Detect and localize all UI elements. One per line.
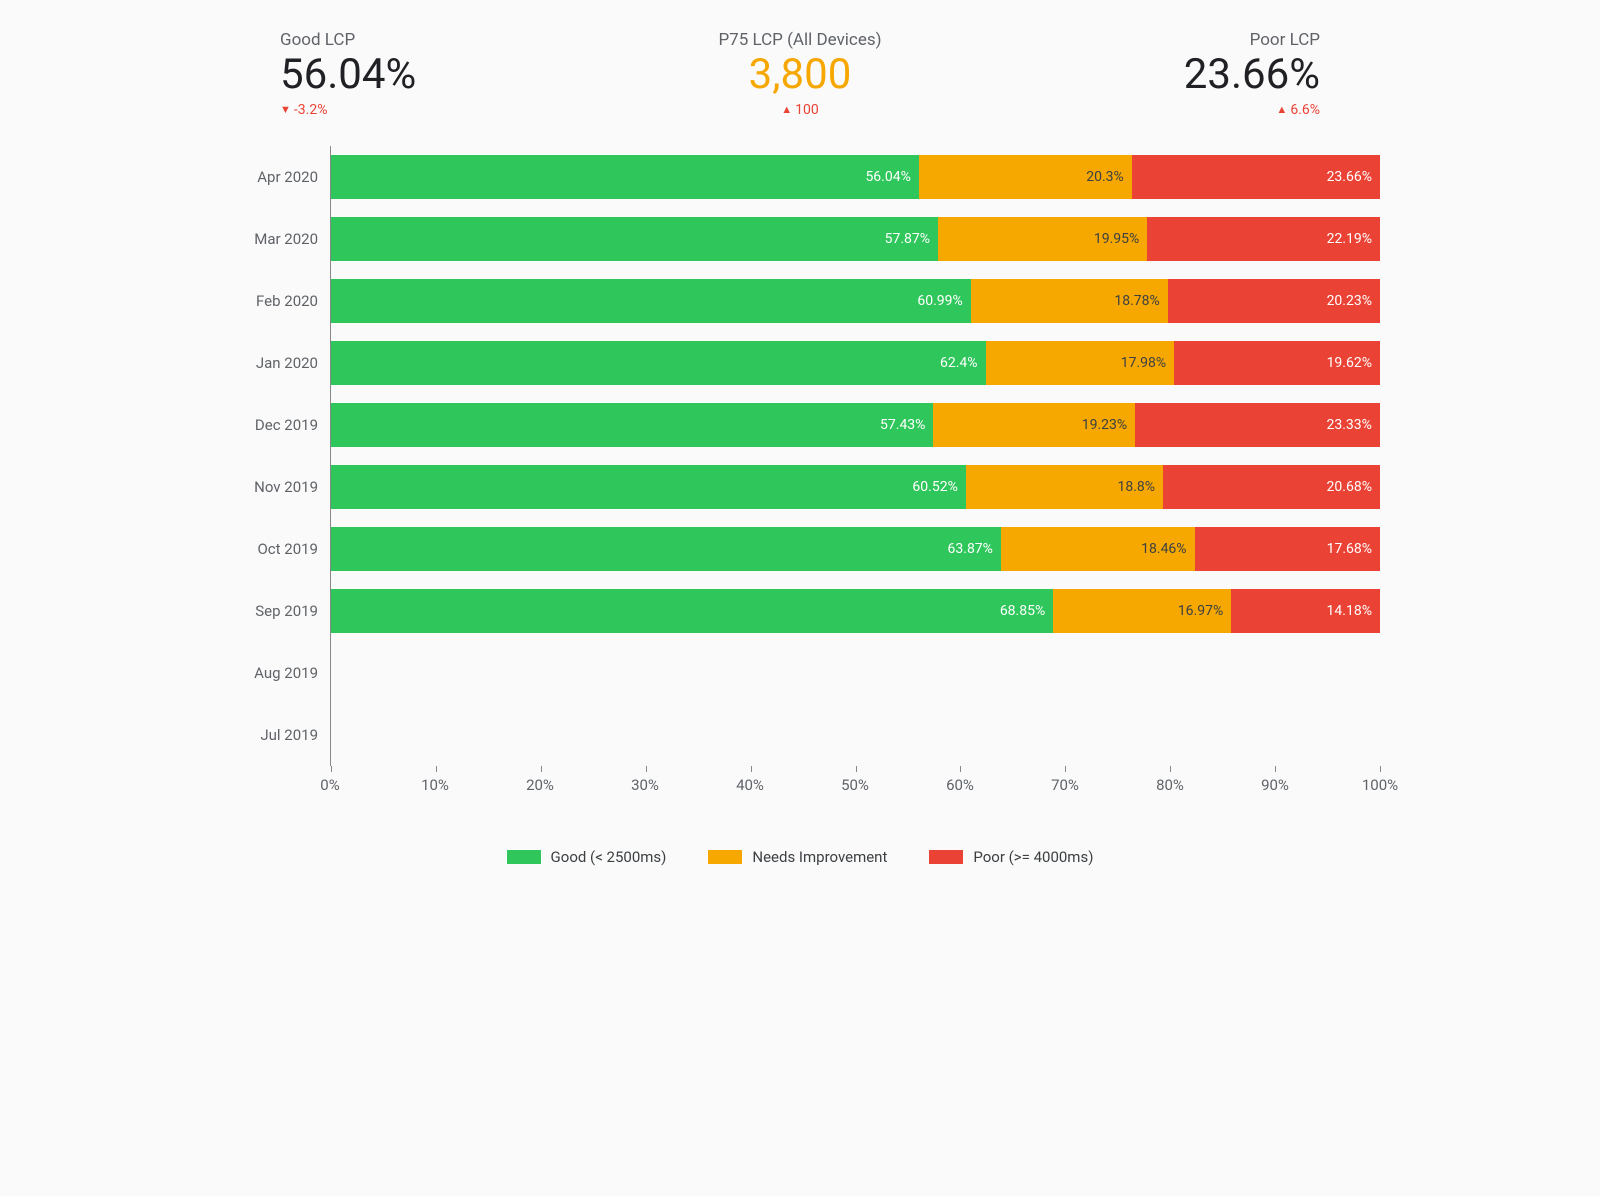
stacked-bar: 62.4%17.98%19.62% [331, 341, 1380, 385]
arrow-up-icon: ▲ [1276, 103, 1287, 116]
y-axis-label: Jan 2020 [220, 332, 330, 394]
x-axis-label: 10% [421, 776, 449, 794]
bar-segment-poor: 20.68% [1163, 465, 1380, 509]
bar-segment-good: 60.52% [331, 465, 966, 509]
x-axis-label: 40% [736, 776, 764, 794]
bar-segment-good: 57.87% [331, 217, 938, 261]
bar-row: 56.04%20.3%23.66% [331, 146, 1380, 208]
stacked-bar: 60.52%18.8%20.68% [331, 465, 1380, 509]
kpi-delta: ▲6.6% [1070, 102, 1320, 118]
kpi-delta: ▼-3.2% [280, 102, 530, 118]
kpi-row: Good LCP 56.04% ▼-3.2% P75 LCP (All Devi… [220, 30, 1380, 118]
x-axis-label: 70% [1051, 776, 1079, 794]
bar-row [331, 704, 1380, 766]
stacked-bar: 56.04%20.3%23.66% [331, 155, 1380, 199]
kpi-label: P75 LCP (All Devices) [675, 30, 925, 50]
bar-segment-ni: 20.3% [919, 155, 1132, 199]
bar-segment-poor: 17.68% [1195, 527, 1380, 571]
x-axis-label: 90% [1261, 776, 1289, 794]
bar-row: 57.87%19.95%22.19% [331, 208, 1380, 270]
legend-swatch [929, 850, 963, 864]
bar-segment-ni: 17.98% [986, 341, 1175, 385]
kpi-label: Good LCP [280, 30, 530, 50]
kpi-poor-lcp: Poor LCP 23.66% ▲6.6% [1070, 30, 1320, 118]
bar-segment-ni: 16.97% [1053, 589, 1231, 633]
x-axis: 0%10%20%30%40%50%60%70%80%90%100% [330, 772, 1380, 798]
kpi-value: 3,800 [675, 52, 925, 98]
bar-segment-poor: 23.33% [1135, 403, 1380, 447]
plot-area: 56.04%20.3%23.66% 57.87%19.95%22.19% 60.99… [330, 146, 1380, 766]
x-tick [1380, 766, 1381, 772]
y-axis-label: Feb 2020 [220, 270, 330, 332]
x-axis-label: 0% [320, 776, 339, 794]
x-axis-label: 60% [946, 776, 974, 794]
legend-label: Poor (>= 4000ms) [973, 848, 1093, 866]
bar-row: 68.85%16.97%14.18% [331, 580, 1380, 642]
legend-swatch [708, 850, 742, 864]
arrow-down-icon: ▼ [280, 103, 291, 116]
legend-item-poor: Poor (>= 4000ms) [929, 848, 1093, 866]
bar-segment-good: 63.87% [331, 527, 1001, 571]
kpi-p75-lcp: P75 LCP (All Devices) 3,800 ▲100 [675, 30, 925, 118]
arrow-up-icon: ▲ [781, 103, 792, 116]
bar-row: 62.4%17.98%19.62% [331, 332, 1380, 394]
bar-segment-good: 62.4% [331, 341, 986, 385]
stacked-bar: 57.43%19.23%23.33% [331, 403, 1380, 447]
kpi-value: 23.66% [1070, 52, 1320, 98]
stacked-bar: 63.87%18.46%17.68% [331, 527, 1380, 571]
bar-row: 60.99%18.78%20.23% [331, 270, 1380, 332]
bar-segment-ni: 18.78% [971, 279, 1168, 323]
x-axis-label: 100% [1362, 776, 1398, 794]
bar-segment-good: 57.43% [331, 403, 933, 447]
kpi-value: 56.04% [280, 52, 530, 98]
y-axis-labels: Apr 2020Mar 2020Feb 2020Jan 2020Dec 2019… [220, 146, 330, 766]
lcp-stacked-bar-chart: Apr 2020Mar 2020Feb 2020Jan 2020Dec 2019… [220, 146, 1380, 766]
bar-row [331, 642, 1380, 704]
bar-segment-poor: 20.23% [1168, 279, 1380, 323]
y-axis-label: Mar 2020 [220, 208, 330, 270]
y-axis-label: Aug 2019 [220, 642, 330, 704]
bar-row: 60.52%18.8%20.68% [331, 456, 1380, 518]
kpi-label: Poor LCP [1070, 30, 1320, 50]
y-axis-label: Jul 2019 [220, 704, 330, 766]
bar-segment-good: 56.04% [331, 155, 919, 199]
legend-label: Good (< 2500ms) [551, 848, 667, 866]
x-axis-label: 80% [1156, 776, 1184, 794]
kpi-delta: ▲100 [675, 102, 925, 118]
legend-swatch [507, 850, 541, 864]
y-axis-label: Dec 2019 [220, 394, 330, 456]
legend: Good (< 2500ms) Needs Improvement Poor (… [220, 848, 1380, 866]
bar-segment-good: 68.85% [331, 589, 1053, 633]
legend-item-good: Good (< 2500ms) [507, 848, 667, 866]
kpi-delta-value: -3.2% [294, 102, 328, 118]
bar-segment-poor: 14.18% [1231, 589, 1380, 633]
y-axis-label: Oct 2019 [220, 518, 330, 580]
lcp-report: Good LCP 56.04% ▼-3.2% P75 LCP (All Devi… [160, 0, 1440, 957]
x-axis-label: 20% [526, 776, 554, 794]
x-axis-label: 30% [631, 776, 659, 794]
bar-segment-poor: 23.66% [1132, 155, 1380, 199]
stacked-bar: 57.87%19.95%22.19% [331, 217, 1380, 261]
bar-segment-good: 60.99% [331, 279, 971, 323]
stacked-bar: 68.85%16.97%14.18% [331, 589, 1380, 633]
bar-row: 63.87%18.46%17.68% [331, 518, 1380, 580]
bar-segment-poor: 19.62% [1174, 341, 1380, 385]
y-axis-label: Sep 2019 [220, 580, 330, 642]
y-axis-label: Nov 2019 [220, 456, 330, 518]
legend-label: Needs Improvement [752, 848, 887, 866]
stacked-bar: 60.99%18.78%20.23% [331, 279, 1380, 323]
kpi-delta-value: 6.6% [1290, 102, 1320, 118]
y-axis-label: Apr 2020 [220, 146, 330, 208]
bar-segment-poor: 22.19% [1147, 217, 1380, 261]
kpi-delta-value: 100 [795, 102, 819, 118]
legend-item-needs-improvement: Needs Improvement [708, 848, 887, 866]
bar-segment-ni: 18.8% [966, 465, 1163, 509]
bar-segment-ni: 19.23% [933, 403, 1135, 447]
bar-segment-ni: 18.46% [1001, 527, 1195, 571]
bar-row: 57.43%19.23%23.33% [331, 394, 1380, 456]
kpi-good-lcp: Good LCP 56.04% ▼-3.2% [280, 30, 530, 118]
x-axis-label: 50% [841, 776, 869, 794]
bar-segment-ni: 19.95% [938, 217, 1147, 261]
